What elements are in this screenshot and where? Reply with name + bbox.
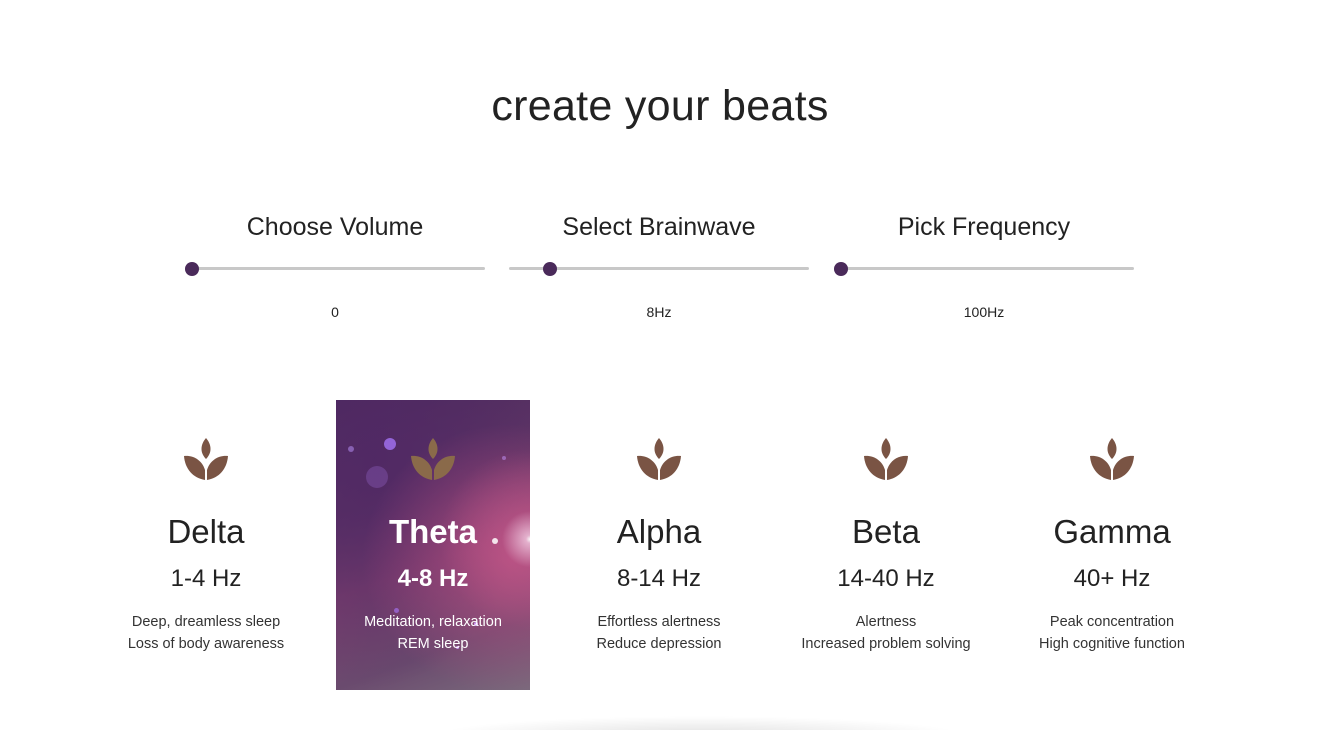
frequency-slider-thumb[interactable] [834, 262, 848, 276]
volume-slider[interactable] [185, 258, 485, 278]
section-shadow [430, 716, 970, 730]
card-desc-line: REM sleep [397, 636, 469, 652]
bokeh-light [366, 466, 388, 488]
card-name: Gamma [1053, 513, 1171, 550]
brainwave-label: Select Brainwave [562, 213, 756, 241]
frequency-value: 100Hz [963, 304, 1005, 320]
card-description: Deep, dreamless sleep Loss of body aware… [109, 611, 303, 655]
brainwave-slider[interactable] [509, 258, 809, 278]
card-alpha[interactable]: Alpha 8-14 Hz Effortless alertness Reduc… [562, 400, 756, 690]
card-theta[interactable]: Theta 4-8 Hz Meditation, relaxation REM … [336, 400, 530, 690]
card-range: 1-4 Hz [170, 565, 242, 592]
frequency-slider-track[interactable] [834, 267, 1134, 270]
card-desc-line: Meditation, relaxation [364, 614, 502, 630]
card-desc-line: Deep, dreamless sleep [131, 614, 281, 630]
card-desc-line: Loss of body awareness [127, 636, 285, 652]
frequency-control: Pick Frequency 100Hz [834, 210, 1134, 320]
lotus-icon [1090, 438, 1134, 480]
card-desc-line: High cognitive function [1039, 636, 1185, 652]
card-description: Effortless alertness Reduce depression [562, 611, 756, 655]
volume-value: 0 [331, 304, 339, 320]
card-description: Peak concentration High cognitive functi… [1015, 611, 1209, 655]
lotus-icon [637, 438, 681, 480]
card-desc-line: Alertness [855, 614, 917, 630]
brainwave-control: Select Brainwave 8Hz [509, 210, 809, 320]
card-description: Alertness Increased problem solving [789, 611, 983, 655]
card-beta[interactable]: Beta 14-40 Hz Alertness Increased proble… [789, 400, 983, 690]
card-range: 14-40 Hz [837, 565, 935, 592]
bokeh-light [384, 438, 396, 450]
card-desc-line: Increased problem solving [801, 636, 971, 652]
card-desc-line: Reduce depression [596, 636, 722, 652]
brainwave-cards: Delta 1-4 Hz Deep, dreamless sleep Loss … [0, 400, 1338, 692]
card-range: 40+ Hz [1073, 565, 1151, 592]
card-desc-line: Peak concentration [1049, 614, 1175, 630]
card-name: Beta [852, 513, 920, 550]
card-desc-line: Effortless alertness [597, 614, 721, 630]
card-range: 4-8 Hz [397, 565, 469, 592]
lotus-icon [864, 438, 908, 480]
volume-control: Choose Volume 0 [185, 210, 485, 320]
frequency-label: Pick Frequency [897, 213, 1071, 241]
card-gamma[interactable]: Gamma 40+ Hz Peak concentration High cog… [1015, 400, 1209, 690]
bokeh-light [502, 456, 506, 460]
brainwave-value: 8Hz [646, 304, 672, 320]
frequency-slider[interactable] [834, 258, 1134, 278]
volume-slider-track[interactable] [185, 267, 485, 270]
card-name: Theta [388, 513, 477, 550]
lotus-icon [411, 438, 455, 480]
card-name: Alpha [616, 513, 702, 550]
card-name: Delta [167, 513, 245, 550]
page: create your beats Choose Volume 0 Select… [0, 0, 1338, 730]
bokeh-light [348, 446, 354, 452]
volume-slider-thumb[interactable] [185, 262, 199, 276]
card-delta[interactable]: Delta 1-4 Hz Deep, dreamless sleep Loss … [109, 400, 303, 690]
volume-label: Choose Volume [246, 213, 424, 241]
brainwave-slider-thumb[interactable] [543, 262, 557, 276]
card-description: Meditation, relaxation REM sleep [336, 611, 530, 655]
page-title: create your beats [491, 82, 829, 130]
card-range: 8-14 Hz [616, 565, 702, 592]
lotus-icon [184, 438, 228, 480]
